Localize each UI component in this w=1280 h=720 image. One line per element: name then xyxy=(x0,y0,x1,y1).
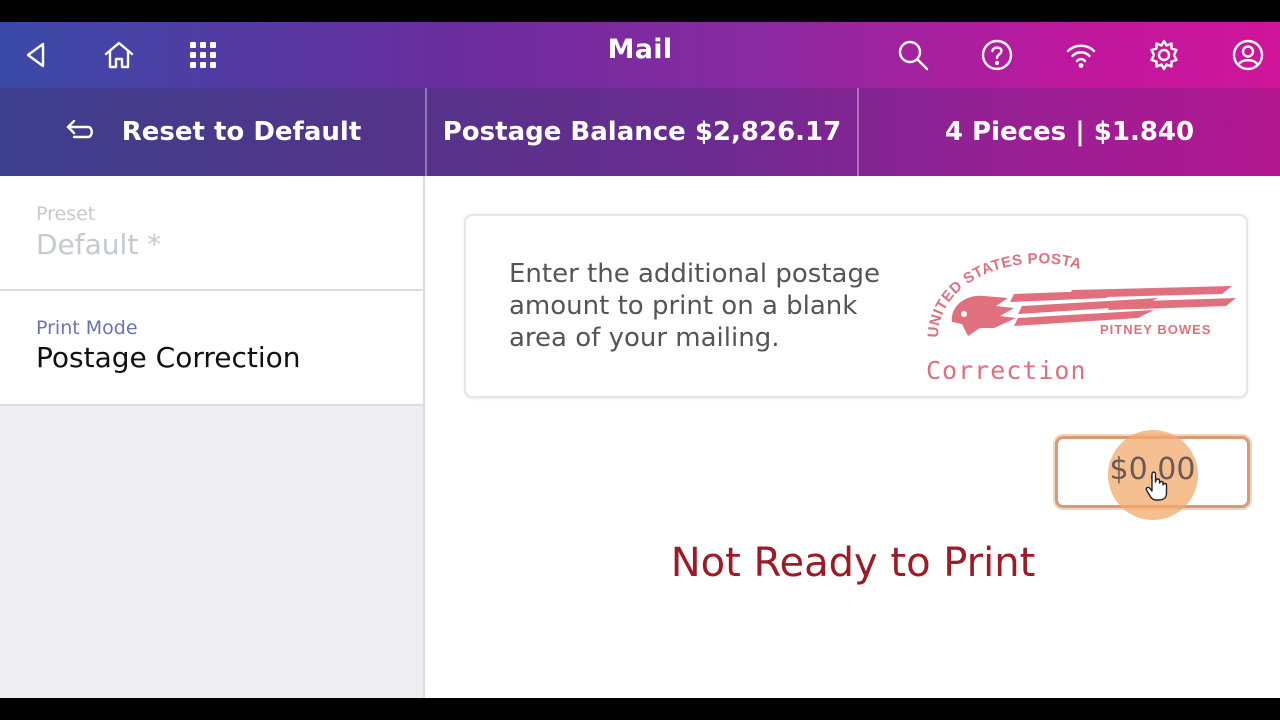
settings-sidebar: Preset Default * Print Mode Postage Corr… xyxy=(0,176,425,698)
reset-to-default-button[interactable]: Reset to Default xyxy=(0,88,425,176)
pieces-summary[interactable]: 4 Pieces | $1.840 xyxy=(859,88,1280,176)
postage-balance[interactable]: Postage Balance $2,826.17 xyxy=(427,88,857,176)
info-bar: Reset to Default Postage Balance $2,826.… xyxy=(0,88,1280,176)
instruction-card: Enter the additional postage amount to p… xyxy=(464,214,1248,398)
reset-label: Reset to Default xyxy=(121,117,362,147)
print-status: Not Ready to Print xyxy=(670,540,1036,586)
stamp-brand-text: PITNEY BOWES xyxy=(1100,322,1211,337)
top-bar: Mail xyxy=(0,22,1280,88)
hand-cursor-icon xyxy=(1145,471,1168,501)
account-icon[interactable] xyxy=(1226,33,1270,77)
back-icon[interactable] xyxy=(14,33,58,77)
reset-arrow-icon xyxy=(66,119,93,139)
mail-screen: Mail Reset to Default Postage Balance $2… xyxy=(0,22,1280,698)
preset-item[interactable]: Preset Default * xyxy=(0,176,423,291)
preset-value: Default * xyxy=(36,228,162,261)
help-icon[interactable] xyxy=(975,33,1019,77)
stamp-caption: Correction xyxy=(926,356,1087,385)
print-mode-value: Postage Correction xyxy=(36,341,301,374)
preset-label: Preset xyxy=(36,203,96,225)
instruction-text: Enter the additional postage amount to p… xyxy=(509,259,880,353)
print-mode-label: Print Mode xyxy=(36,317,138,339)
home-icon[interactable] xyxy=(97,33,141,77)
print-mode-item[interactable]: Print Mode Postage Correction xyxy=(0,291,423,406)
search-icon[interactable] xyxy=(891,33,935,77)
gear-icon[interactable] xyxy=(1142,33,1186,77)
wifi-icon[interactable] xyxy=(1059,33,1103,77)
apps-grid-icon[interactable] xyxy=(181,33,225,77)
page-title: Mail xyxy=(607,34,673,65)
